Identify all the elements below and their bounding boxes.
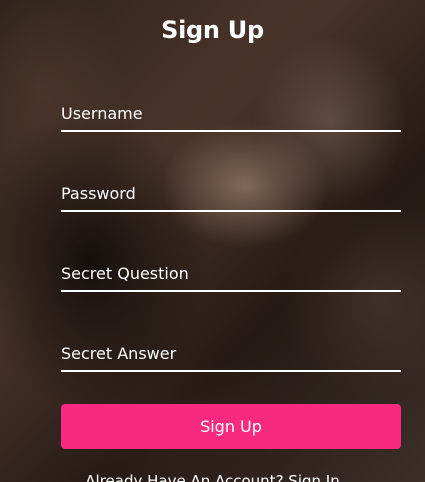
signup-form: Sign Up Sign Up Already Have An Account?… [0, 0, 425, 482]
sign-in-prompt-text: Already Have An Account? [85, 472, 289, 482]
password-field [61, 176, 401, 212]
sign-up-button[interactable]: Sign Up [61, 404, 401, 449]
username-input[interactable] [61, 96, 401, 130]
password-input[interactable] [61, 176, 401, 210]
secret-answer-field [61, 336, 401, 372]
sign-in-prompt: Already Have An Account? Sign In [0, 472, 425, 482]
secret-question-input[interactable] [61, 256, 401, 290]
secret-question-field [61, 256, 401, 292]
page-title: Sign Up [161, 16, 264, 44]
secret-answer-input[interactable] [61, 336, 401, 370]
username-field [61, 96, 401, 132]
sign-in-link[interactable]: Sign In [288, 472, 339, 482]
